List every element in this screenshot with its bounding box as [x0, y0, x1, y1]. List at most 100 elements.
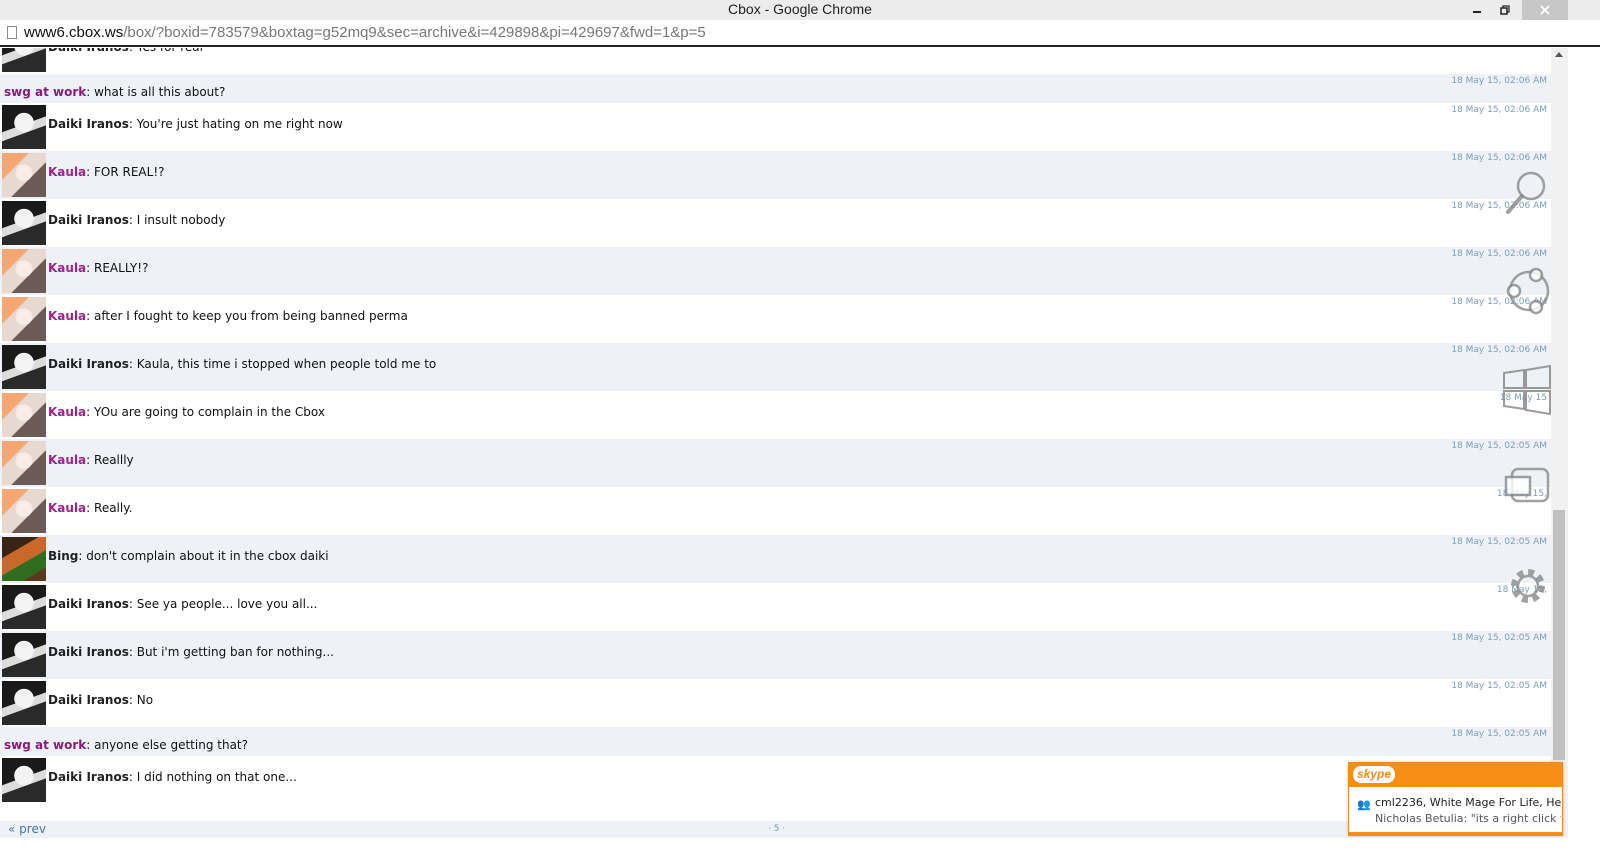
- message-text: Kaula: after I fought to keep you from b…: [48, 309, 408, 323]
- url-text[interactable]: www6.cbox.ws/box/?boxid=783579&boxtag=g5…: [24, 24, 706, 41]
- username[interactable]: Daiki Iranos: [48, 645, 129, 659]
- message-body: FOR REAL!?: [94, 165, 165, 179]
- username[interactable]: Daiki Iranos: [48, 770, 129, 784]
- minimize-button[interactable]: [1464, 0, 1490, 20]
- message-text: Daiki Iranos: No: [48, 693, 153, 707]
- chat-message: Kaula: Reallly 18 May 15, 02:05 AM: [0, 439, 1551, 487]
- username[interactable]: Daiki Iranos: [48, 693, 129, 707]
- message-text: Kaula: YOu are going to complain in the …: [48, 405, 325, 419]
- username[interactable]: Kaula: [48, 261, 86, 275]
- skype-header: skype: [1349, 763, 1562, 787]
- skype-conversation-title: cml2236, White Mage For Life, Hen...: [1375, 796, 1561, 809]
- username[interactable]: Daiki Iranos: [48, 597, 129, 611]
- message-body: See ya people... love you all...: [136, 597, 318, 611]
- username[interactable]: Daiki Iranos: [48, 213, 129, 227]
- skype-accent-bar: [1349, 832, 1562, 835]
- chat-message: swg at work: anyone else getting that? 18…: [0, 727, 1551, 756]
- timestamp: 18 May 15, 02:06 AM: [1451, 153, 1547, 163]
- username[interactable]: Daiki Iranos: [48, 48, 129, 54]
- separator: :: [86, 85, 95, 99]
- username[interactable]: Kaula: [48, 309, 86, 323]
- separator: :: [86, 165, 95, 179]
- message-text: swg at work: what is all this about?: [4, 85, 225, 99]
- separator: :: [86, 453, 95, 467]
- avatar[interactable]: [2, 758, 46, 802]
- chat-message: Daiki Iranos: You're just hating on me r…: [0, 103, 1551, 151]
- avatar[interactable]: [2, 249, 46, 293]
- url-host: www6.cbox.ws: [24, 24, 124, 41]
- timestamp: 18 May 15,: [1496, 585, 1547, 595]
- message-body: Really.: [94, 501, 133, 515]
- timestamp: 18 May 15, 02:05 AM: [1451, 681, 1547, 691]
- username[interactable]: Daiki Iranos: [48, 357, 129, 371]
- avatar[interactable]: [2, 345, 46, 389]
- message-body: YOu are going to complain in the Cbox: [94, 405, 325, 419]
- separator: :: [86, 405, 95, 419]
- message-text: Daiki Iranos: I did nothing on that one.…: [48, 770, 297, 784]
- restore-button[interactable]: [1492, 0, 1518, 20]
- avatar[interactable]: [2, 681, 46, 725]
- username[interactable]: swg at work: [4, 85, 86, 99]
- message-text: Kaula: REALLY!?: [48, 261, 148, 275]
- message-body: You're just hating on me right now: [136, 117, 343, 131]
- message-text: Daiki Iranos: See ya people... love you …: [48, 597, 317, 611]
- avatar[interactable]: [2, 48, 46, 72]
- chat-message: Daiki Iranos: See ya people... love you …: [0, 583, 1551, 631]
- separator: :: [128, 117, 137, 131]
- skype-notification[interactable]: skype 👥 cml2236, White Mage For Life, He…: [1348, 762, 1563, 836]
- timestamp: 18 May 15, 02:06 AM: [1451, 345, 1547, 355]
- message-text: Daiki Iranos: Kaula, this time i stopped…: [48, 357, 436, 371]
- username[interactable]: Bing: [48, 549, 78, 563]
- timestamp: 18 May 15, 02:06 AM: [1451, 297, 1547, 307]
- message-body: REALLY!?: [94, 261, 149, 275]
- username[interactable]: Daiki Iranos: [48, 117, 129, 131]
- skype-logo: skype: [1353, 766, 1396, 783]
- avatar[interactable]: [2, 297, 46, 341]
- window-title: Cbox - Google Chrome: [728, 1, 872, 17]
- restore-icon: [1500, 5, 1510, 15]
- avatar[interactable]: [2, 489, 46, 533]
- window-titlebar: Cbox - Google Chrome: [0, 0, 1600, 20]
- chat-message: Daiki Iranos: No 18 May 15, 02:05 AM: [0, 679, 1551, 727]
- chat-message: Daiki Iranos: Yes for real: [0, 48, 1551, 74]
- username[interactable]: swg at work: [4, 738, 86, 752]
- avatar[interactable]: [2, 201, 46, 245]
- message-body: I did nothing on that one...: [136, 770, 297, 784]
- avatar[interactable]: [2, 393, 46, 437]
- skype-message-preview: Nicholas Betulia: "its a right click t..…: [1375, 812, 1561, 825]
- message-text: Kaula: Really.: [48, 501, 132, 515]
- chat-message: Kaula: YOu are going to complain in the …: [0, 391, 1551, 439]
- close-button[interactable]: [1522, 0, 1568, 20]
- avatar[interactable]: [2, 441, 46, 485]
- chat-message: Daiki Iranos: I did nothing on that one.…: [0, 756, 1551, 804]
- message-text: Kaula: FOR REAL!?: [48, 165, 165, 179]
- message-body: don't complain about it in the cbox daik…: [86, 549, 329, 563]
- timestamp: 18 May 15, 02:05 AM: [1451, 441, 1547, 451]
- message-text: swg at work: anyone else getting that?: [4, 738, 248, 752]
- address-bar[interactable]: www6.cbox.ws/box/?boxid=783579&boxtag=g5…: [0, 21, 1600, 47]
- message-body: what is all this about?: [94, 85, 226, 99]
- scroll-up-arrow-icon[interactable]: [1555, 52, 1563, 57]
- scrollbar-thumb[interactable]: [1553, 510, 1565, 760]
- chat-message: Daiki Iranos: Kaula, this time i stopped…: [0, 343, 1551, 391]
- separator: :: [129, 48, 137, 54]
- username[interactable]: Kaula: [48, 405, 86, 419]
- message-body: Yes for real: [137, 48, 203, 54]
- avatar[interactable]: [2, 105, 46, 149]
- avatar[interactable]: [2, 633, 46, 677]
- separator: :: [86, 501, 95, 515]
- current-page-indicator: · 5 ·: [768, 824, 786, 834]
- username[interactable]: Kaula: [48, 453, 86, 467]
- message-body: Reallly: [94, 453, 134, 467]
- minimize-icon: [1473, 11, 1481, 13]
- timestamp: 18 May 15: [1499, 393, 1547, 403]
- username[interactable]: Kaula: [48, 501, 86, 515]
- chat-message: Daiki Iranos: I insult nobody 18 May 15, …: [0, 199, 1551, 247]
- avatar[interactable]: [2, 585, 46, 629]
- avatar[interactable]: [2, 537, 46, 581]
- prev-page-link[interactable]: « prev: [8, 822, 46, 836]
- username[interactable]: Kaula: [48, 165, 86, 179]
- separator: :: [128, 597, 137, 611]
- avatar[interactable]: [2, 153, 46, 197]
- chat-message: Kaula: FOR REAL!? 18 May 15, 02:06 AM: [0, 151, 1551, 199]
